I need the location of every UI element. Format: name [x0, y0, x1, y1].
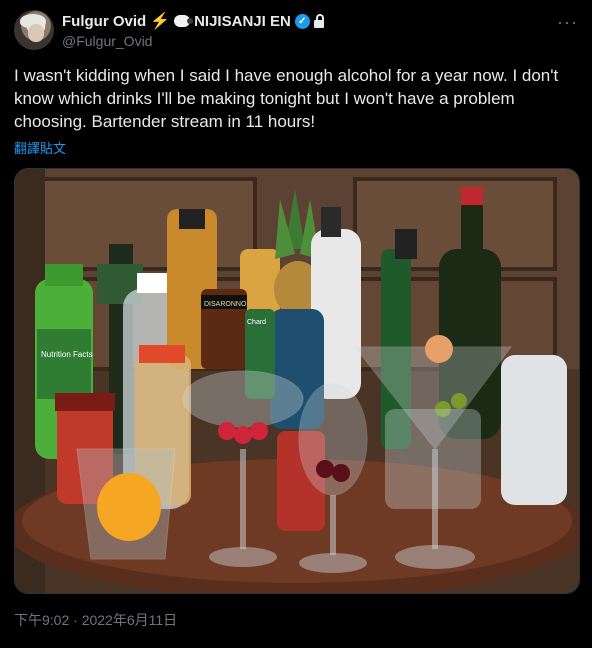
- more-options-icon[interactable]: ···: [557, 12, 578, 33]
- tweet-text: I wasn't kidding when I said I have enou…: [14, 66, 559, 131]
- display-name[interactable]: Fulgur Ovid: [62, 13, 146, 30]
- verified-badge-icon: ✓: [294, 13, 310, 29]
- display-name-suffix: NIJISANJI EN: [194, 12, 291, 30]
- avatar[interactable]: [14, 10, 54, 50]
- lock-icon: [313, 13, 324, 28]
- translate-link[interactable]: 翻譯貼文: [14, 138, 66, 157]
- display-name-row[interactable]: Fulgur Ovid ⚡ NIJISANJI EN ✓: [62, 11, 324, 31]
- nutrition-label: Nutrition Facts: [41, 350, 93, 359]
- sheep-icon: [174, 15, 194, 27]
- author-handle[interactable]: @Fulgur_Ovid: [62, 33, 324, 49]
- tweet-header: Fulgur Ovid ⚡ NIJISANJI EN ✓ @Fulgur_Ovi…: [14, 10, 578, 52]
- lightning-bolt-icon: ⚡: [150, 13, 171, 30]
- tweet-timestamp[interactable]: 下午9:02 · 2022年6月11日: [14, 610, 177, 630]
- bar-cart-photo: Nutrition Facts DISARONNO Chard: [15, 169, 579, 593]
- chambord-label: Chard: [247, 319, 266, 326]
- tweet-photo[interactable]: Nutrition Facts DISARONNO Chard: [14, 168, 580, 594]
- author-names: Fulgur Ovid ⚡ NIJISANJI EN ✓ @Fulgur_Ovi…: [62, 11, 324, 49]
- disaronno-label: DISARONNO: [204, 301, 247, 308]
